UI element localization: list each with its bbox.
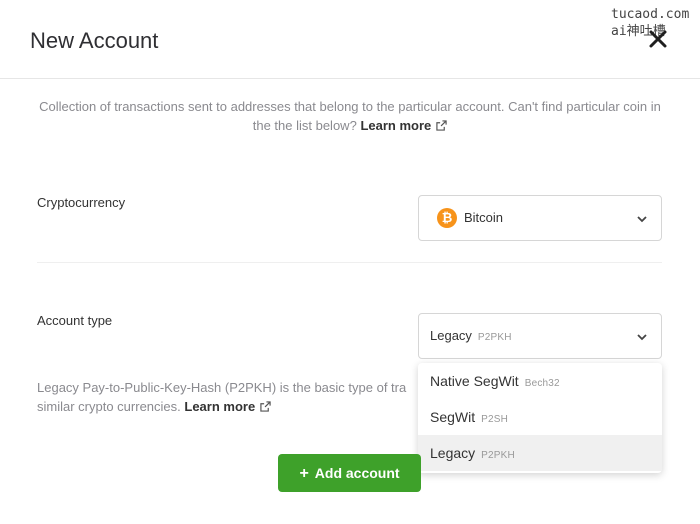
account-type-description: Legacy Pay-to-Public-Key-Hash (P2PKH) is… (37, 378, 437, 416)
description-line-2: similar crypto currencies. Learn more (37, 397, 437, 416)
option-label: Native SegWit (430, 373, 519, 389)
intro-learn-more-label: Learn more (360, 118, 432, 133)
cryptocurrency-selected: Bitcoin (464, 210, 504, 225)
option-tag: Bech32 (524, 378, 560, 389)
watermark-line-1: tucaod.com (611, 7, 690, 22)
option-native-segwit[interactable]: Native SegWit Bech32 (418, 363, 662, 399)
option-tag: P2PKH (481, 450, 515, 461)
close-icon[interactable] (646, 27, 670, 51)
intro-learn-more-link[interactable]: Learn more (360, 118, 447, 133)
plus-icon: + (299, 465, 309, 482)
add-account-button[interactable]: + Add account (278, 454, 421, 492)
description-line-1: Legacy Pay-to-Public-Key-Hash (P2PKH) is… (37, 380, 407, 395)
option-segwit[interactable]: SegWit P2SH (418, 399, 662, 435)
external-link-icon (260, 401, 271, 412)
dialog-title: New Account (30, 28, 159, 53)
section-divider (37, 262, 662, 263)
cryptocurrency-select[interactable]: ₿ Bitcoin (418, 195, 662, 241)
add-account-label: Add account (314, 465, 400, 481)
external-link-icon (436, 120, 447, 131)
description-learn-more-link[interactable]: Learn more (184, 399, 271, 414)
intro-body: Collection of transactions sent to addre… (39, 99, 661, 133)
option-legacy[interactable]: Legacy P2PKH (418, 435, 662, 471)
account-type-selected-tag: P2PKH (477, 332, 512, 343)
account-type-selected-label: Legacy (430, 328, 472, 343)
bitcoin-icon: ₿ (437, 208, 457, 228)
dialog-header: New Account tucaod.com ai神吐槽 (0, 0, 700, 79)
account-type-dropdown: Native SegWit Bech32 SegWit P2SH Legacy P2P… (418, 363, 662, 473)
option-tag: P2SH (481, 414, 509, 425)
chevron-down-icon (637, 334, 647, 341)
option-label: Legacy (430, 445, 476, 461)
cryptocurrency-label: Cryptocurrency (37, 195, 126, 210)
account-type-selected: Legacy P2PKH (430, 328, 512, 343)
intro-text: Collection of transactions sent to addre… (38, 97, 662, 135)
description-learn-more-label: Learn more (184, 399, 256, 414)
option-label: SegWit (430, 409, 476, 425)
chevron-down-icon (637, 216, 647, 223)
account-type-select[interactable]: Legacy P2PKH (418, 313, 662, 359)
description-line-2-text: similar crypto currencies. (37, 399, 181, 414)
account-type-label: Account type (37, 313, 113, 328)
